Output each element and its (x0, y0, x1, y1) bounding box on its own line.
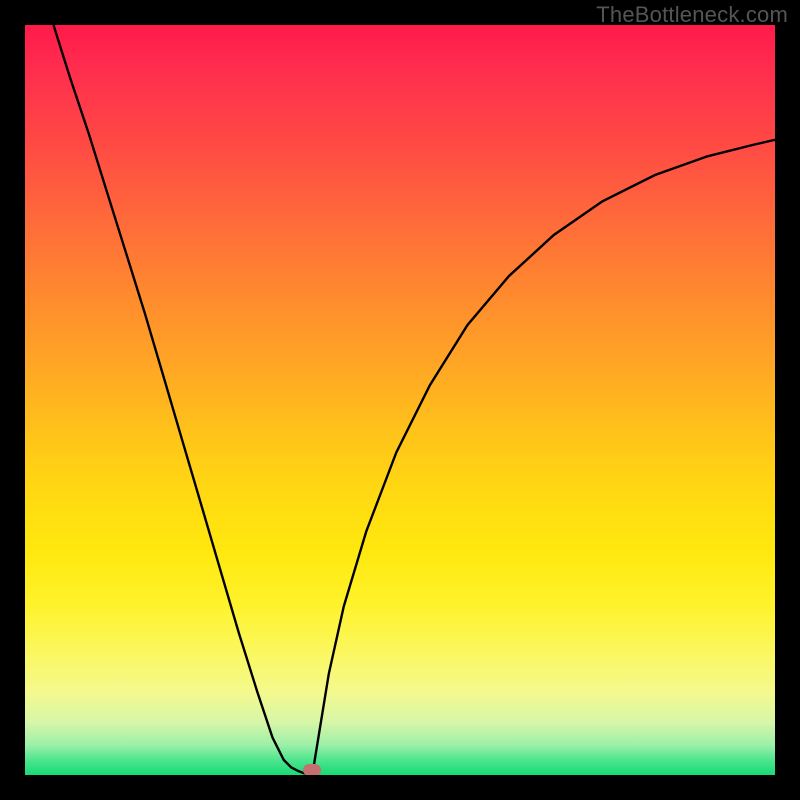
bottleneck-curve (25, 25, 775, 775)
optimal-marker (303, 764, 321, 775)
chart-plot-area (25, 25, 775, 775)
